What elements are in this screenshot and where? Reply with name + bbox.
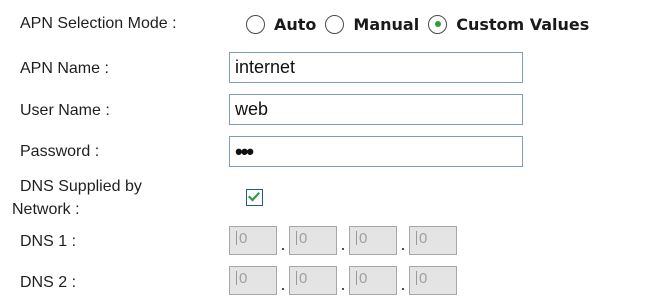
- radio-custom-values-label[interactable]: Custom Values: [456, 15, 589, 34]
- radio-selected-dot: [434, 21, 441, 27]
- password-input[interactable]: •••: [229, 136, 523, 167]
- dns2-octet-4[interactable]: 0: [409, 266, 457, 295]
- password-masked-value: •••: [235, 139, 254, 164]
- dns2-octet-1[interactable]: 0: [229, 266, 277, 295]
- check-icon: [248, 191, 260, 202]
- radio-manual-label[interactable]: Manual: [353, 15, 419, 34]
- dns2-octet-2[interactable]: 0: [289, 266, 337, 295]
- ip-separator: .: [340, 234, 346, 254]
- apn-name-label: APN Name :: [20, 60, 109, 77]
- ip-separator: .: [400, 234, 406, 254]
- radio-auto-circle[interactable]: [246, 14, 265, 34]
- ip-separator: .: [280, 274, 286, 294]
- dns-supplied-label-line2: Network :: [12, 201, 80, 218]
- dns1-octet-1[interactable]: 0: [229, 226, 277, 255]
- radio-custom-values[interactable]: Custom Values: [428, 14, 589, 34]
- dns1-ip-input: 0 . 0 . 0 . 0: [229, 226, 457, 255]
- ip-separator: .: [400, 274, 406, 294]
- radio-auto-label[interactable]: Auto: [274, 15, 316, 34]
- apn-selection-radio-group: Auto Manual Custom Values: [246, 13, 598, 35]
- apn-name-input[interactable]: internet: [229, 52, 523, 83]
- dns-supplied-checkbox[interactable]: [246, 189, 263, 206]
- dns2-ip-input: 0 . 0 . 0 . 0: [229, 266, 457, 295]
- radio-manual-circle[interactable]: [325, 14, 345, 34]
- dns1-octet-4[interactable]: 0: [409, 226, 457, 255]
- ip-separator: .: [280, 234, 286, 254]
- user-name-label: User Name :: [20, 102, 110, 119]
- dns-supplied-label-line1: DNS Supplied by: [20, 178, 142, 195]
- radio-auto[interactable]: Auto: [246, 14, 316, 34]
- dns1-octet-3[interactable]: 0: [349, 226, 397, 255]
- ip-separator: .: [340, 274, 346, 294]
- radio-custom-values-circle[interactable]: [428, 14, 448, 34]
- radio-manual[interactable]: Manual: [325, 14, 419, 34]
- dns1-octet-2[interactable]: 0: [289, 226, 337, 255]
- apn-selection-label: APN Selection Mode :: [20, 15, 177, 32]
- user-name-input[interactable]: web: [229, 94, 523, 125]
- dns2-octet-3[interactable]: 0: [349, 266, 397, 295]
- dns1-label: DNS 1 :: [20, 233, 77, 250]
- password-label: Password :: [20, 143, 100, 160]
- dns2-label: DNS 2 :: [20, 274, 77, 291]
